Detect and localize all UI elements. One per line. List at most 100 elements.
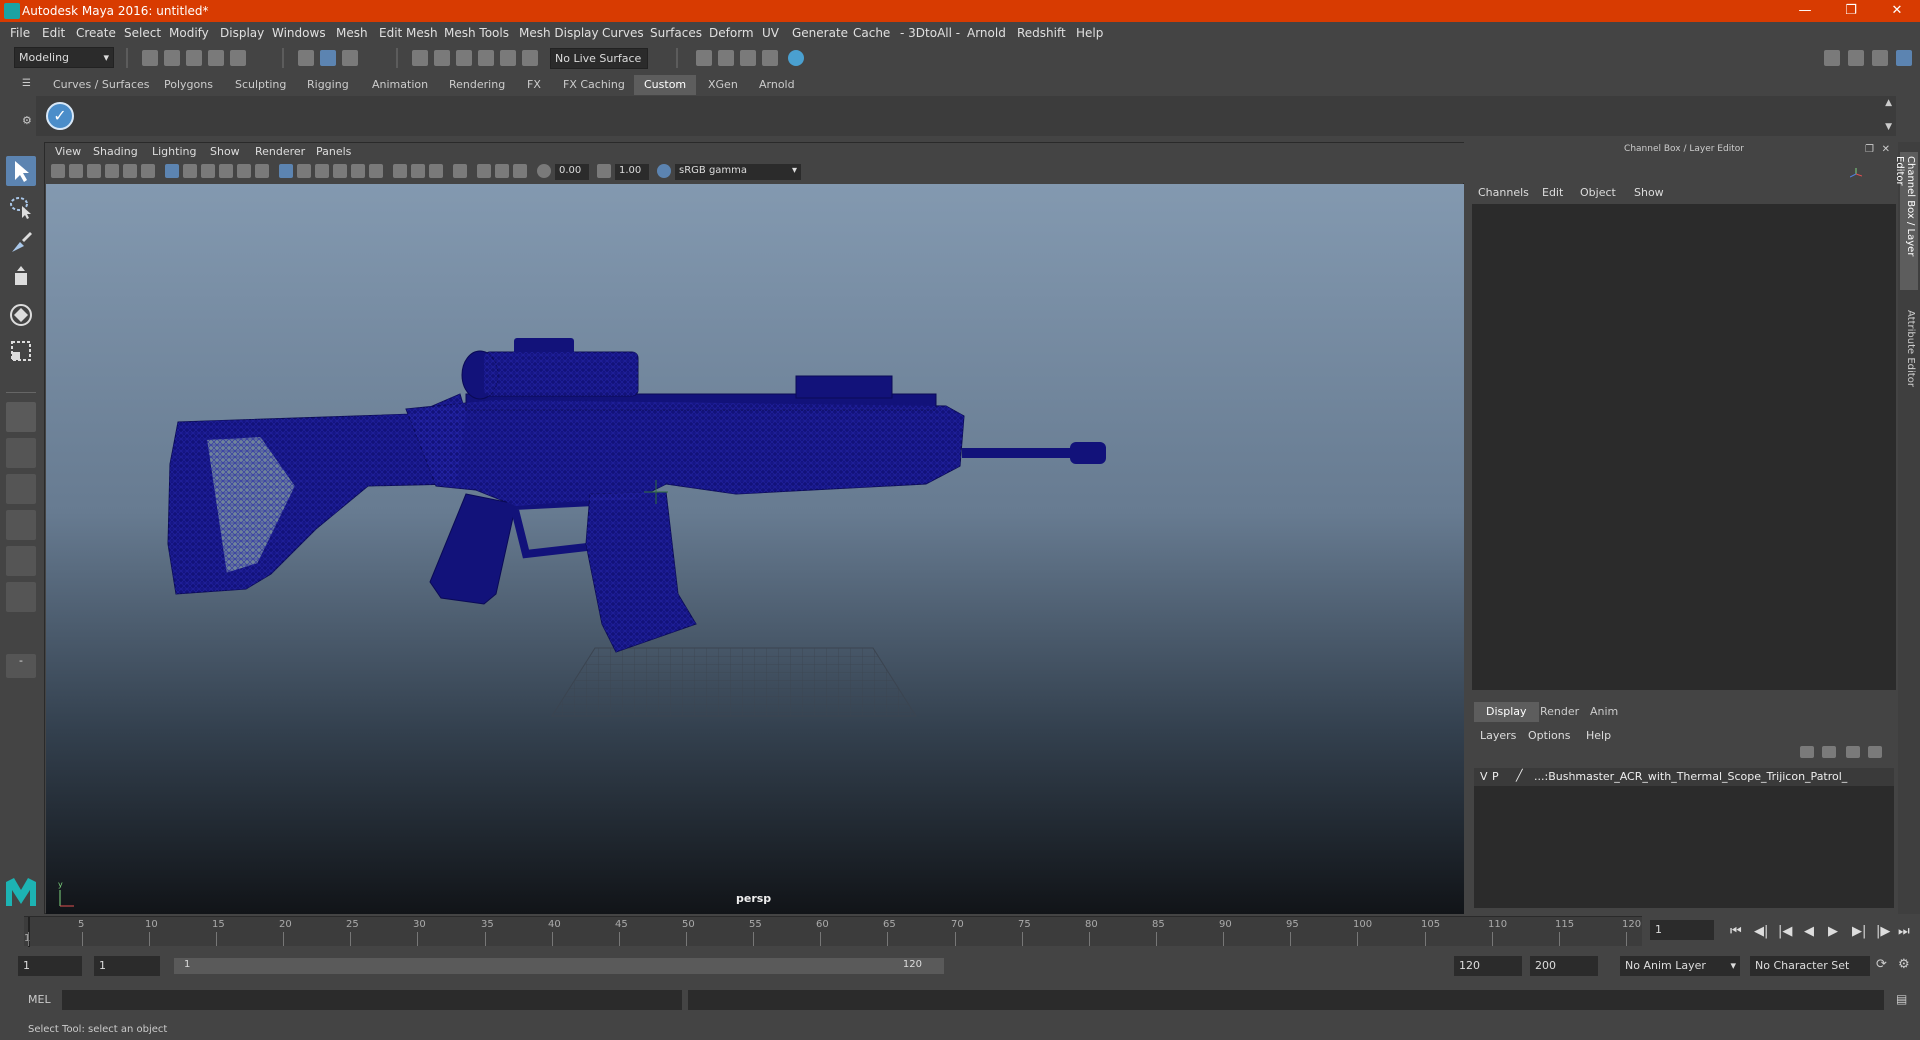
move-tool-icon[interactable] [6,264,36,294]
layer-menu-layers[interactable]: Layers [1480,729,1516,742]
menu-redshift[interactable]: Redshift [1017,26,1066,40]
channel-menu-show[interactable]: Show [1634,186,1664,199]
tab-custom[interactable]: Custom [634,75,697,95]
playback-end-field[interactable]: 120 [1454,956,1522,976]
camera-attributes-icon[interactable] [51,164,65,178]
viewport-3d[interactable]: y persp [46,184,1464,914]
color-management-icon[interactable] [657,164,671,178]
close-panel-icon[interactable]: ✕ [1882,144,1890,155]
safe-action-icon[interactable] [255,164,269,178]
layer-playback-toggle[interactable]: P [1492,770,1499,783]
isolate-select-icon[interactable] [453,164,467,178]
hypershade-icon[interactable] [762,50,778,66]
four-view-layout-icon[interactable] [6,438,36,468]
go-to-end-icon[interactable]: ⏭ [1898,924,1910,939]
current-frame-field[interactable]: 1 [1650,920,1714,940]
move-layer-down-icon[interactable] [1822,746,1836,758]
tab-fx[interactable]: FX [517,75,551,95]
tab-curves-surfaces[interactable]: Curves / Surfaces [43,75,160,95]
menu-generate[interactable]: Generate [792,26,848,40]
axis-icon[interactable] [1849,168,1863,180]
menu-arnold[interactable]: Arnold [967,26,1006,40]
channel-box-list[interactable] [1472,204,1896,690]
channel-menu-object[interactable]: Object [1580,186,1616,199]
script-editor-icon[interactable]: ▤ [1896,992,1907,1006]
layer-type-icon[interactable]: ╱ [1516,769,1523,782]
tab-rigging[interactable]: Rigging [297,75,359,95]
step-back-key-icon[interactable]: |◀ [1778,924,1792,939]
viewport-menu-panels[interactable]: Panels [316,145,351,158]
snap-live-icon[interactable] [500,50,516,66]
side-tab-channel-box[interactable]: Channel Box / Layer Editor [1894,152,1918,290]
field-chart-icon[interactable] [237,164,251,178]
float-panel-icon[interactable]: ❐ [1865,144,1874,155]
xray-joints-icon[interactable] [477,164,491,178]
redo-icon[interactable] [230,50,246,66]
shelf-scroll-down-icon[interactable]: ▼ [1885,122,1892,132]
move-layer-up-icon[interactable] [1800,746,1814,758]
xray-active-components-icon[interactable] [495,164,509,178]
play-backwards-icon[interactable]: ◀ [1804,924,1814,939]
menu-curves[interactable]: Curves [602,26,644,40]
menu-edit[interactable]: Edit [42,26,65,40]
menu-mesh-display[interactable]: Mesh Display [519,26,599,40]
playback-start-field[interactable]: 1 [94,956,160,976]
tab-rendering[interactable]: Rendering [439,75,515,95]
animation-preferences-icon[interactable]: ⚙ [1898,957,1910,972]
select-tool-icon[interactable] [6,156,36,186]
persp-graph-layout-icon[interactable] [6,510,36,540]
gamma-icon[interactable] [597,164,611,178]
layer-menu-help[interactable]: Help [1586,729,1611,742]
scale-tool-icon[interactable] [6,336,36,366]
wireframe-icon[interactable] [279,164,293,178]
undo-icon[interactable] [208,50,224,66]
animation-end-field[interactable]: 200 [1530,956,1598,976]
new-layer-selected-icon[interactable] [1868,746,1882,758]
tab-arnold[interactable]: Arnold [749,75,805,95]
render-view-icon[interactable] [788,50,804,66]
menu-mesh-tools[interactable]: Mesh Tools [444,26,509,40]
play-forwards-icon[interactable]: ▶ [1828,924,1838,939]
range-slider[interactable]: 1 120 [174,958,944,974]
color-space-dropdown[interactable]: sRGB gamma ▾ [675,164,801,180]
ipr-render-icon[interactable] [718,50,734,66]
film-gate-icon[interactable] [183,164,197,178]
snap-grid-icon[interactable] [412,50,428,66]
gear-icon[interactable]: ⚙ [22,114,32,127]
menu-help[interactable]: Help [1076,26,1103,40]
motion-blur-icon[interactable] [411,164,425,178]
select-component-icon[interactable] [342,50,358,66]
time-slider-track[interactable]: 1510152025303540455055606570758085909510… [24,916,1642,947]
menu-file[interactable]: File [10,26,30,40]
auto-key-icon[interactable]: ⟳ [1876,957,1887,972]
resolution-gate-icon[interactable] [201,164,215,178]
side-tab-attribute-editor[interactable]: Attribute Editor [1900,306,1918,400]
grid-icon[interactable] [165,164,179,178]
save-scene-icon[interactable] [186,50,202,66]
list-item[interactable]: V P ╱ ...:Bushmaster_ACR_with_Thermal_Sc… [1474,768,1894,786]
new-empty-layer-icon[interactable] [1846,746,1860,758]
camera-lock-icon[interactable] [69,164,83,178]
snap-view-plane-icon[interactable] [478,50,494,66]
lasso-tool-icon[interactable] [6,192,36,222]
menu-display[interactable]: Display [220,26,264,40]
tool-settings-icon[interactable] [1872,50,1888,66]
menu-uv[interactable]: UV [762,26,779,40]
tab-polygons[interactable]: Polygons [154,75,223,95]
tab-xgen[interactable]: XGen [698,75,748,95]
channel-menu-edit[interactable]: Edit [1542,186,1563,199]
menu-cache[interactable]: Cache [853,26,890,40]
anim-layer-dropdown[interactable]: No Anim Layer ▾ [1620,956,1740,976]
menu-3dtoall[interactable]: - 3DtoAll - [900,26,960,40]
menu-deform[interactable]: Deform [709,26,754,40]
image-plane-icon[interactable] [105,164,119,178]
step-back-frame-icon[interactable]: ◀| [1754,924,1768,939]
tab-fx-caching[interactable]: FX Caching [553,75,635,95]
select-object-icon[interactable] [320,50,336,66]
menu-modify[interactable]: Modify [169,26,209,40]
anti-aliasing-icon[interactable] [429,164,443,178]
shadows-icon[interactable] [369,164,383,178]
open-scene-icon[interactable] [164,50,180,66]
attribute-editor-icon[interactable] [1848,50,1864,66]
go-to-start-icon[interactable]: ⏮ [1730,924,1742,939]
